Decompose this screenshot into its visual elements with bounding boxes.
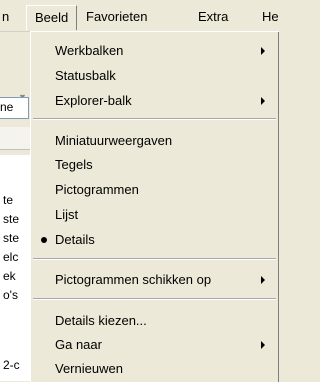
list-item[interactable]: te (3, 193, 13, 207)
menu-separator (33, 298, 276, 300)
menu-item-label: Werkbalken (55, 43, 124, 58)
menu-bar-item-favorieten[interactable]: Favorieten (86, 8, 147, 26)
menu-bar-item-help[interactable]: He (262, 8, 279, 26)
view-menu: Werkbalken Statusbalk Explorer-balk Mini… (30, 31, 279, 382)
menu-item-ga-naar[interactable]: Ga naar (55, 334, 102, 356)
menu-separator (33, 258, 276, 260)
menu-item-label: Tegels (55, 157, 93, 172)
menu-bar-item-beeld[interactable]: Beeld (26, 5, 78, 30)
submenu-arrow-icon (261, 276, 265, 284)
list-item[interactable]: ste (3, 212, 19, 226)
menu-item-vernieuwen[interactable]: Vernieuwen (55, 358, 123, 380)
menu-item-label: Details kiezen... (55, 313, 147, 328)
panel-button[interactable] (0, 127, 30, 150)
address-text: ne (0, 100, 14, 114)
menu-item-pictogrammen[interactable]: Pictogrammen (55, 179, 139, 201)
selected-bullet-icon (41, 237, 47, 243)
menu-item-miniatuurweergaven[interactable]: Miniatuurweergaven (55, 130, 172, 152)
list-item[interactable]: ste (3, 231, 19, 245)
menu-item-lijst[interactable]: Lijst (55, 204, 78, 226)
list-item[interactable]: 2-c (3, 358, 20, 372)
menu-item-statusbalk[interactable]: Statusbalk (55, 65, 116, 87)
submenu-arrow-icon (261, 97, 265, 105)
file-list: te ste ste elc ek o's 2-c (0, 155, 30, 381)
menu-bar: n Beeld Favorieten Extra He (0, 0, 279, 32)
submenu-arrow-icon (261, 341, 265, 349)
list-item[interactable]: elc (3, 250, 18, 264)
submenu-arrow-icon (261, 47, 265, 55)
menu-item-label: Statusbalk (55, 68, 116, 83)
menu-item-label: Lijst (55, 207, 79, 222)
menu-item-label: Miniatuurweergaven (55, 133, 173, 148)
list-item[interactable]: o's (3, 288, 18, 302)
menu-item-label: Pictogrammen schikken op (55, 272, 212, 287)
list-item[interactable]: ek (3, 269, 16, 283)
menu-item-details[interactable]: Details (55, 229, 95, 251)
menu-item-werkbalken[interactable]: Werkbalken (55, 40, 123, 62)
menu-item-label: Vernieuwen (55, 361, 123, 376)
menu-bar-item-extra[interactable]: Extra (198, 8, 228, 26)
menu-item-pictogrammen-schikken-op[interactable]: Pictogrammen schikken op (55, 269, 211, 291)
menu-item-tegels[interactable]: Tegels (55, 154, 93, 176)
menu-item-label: Pictogrammen (55, 182, 139, 197)
menu-item-label: Details (55, 232, 95, 247)
menu-item-details-kiezen[interactable]: Details kiezen... (55, 310, 147, 332)
menu-bar-item-partial[interactable]: n (2, 8, 9, 26)
menu-item-label: Explorer-balk (55, 93, 132, 108)
menu-item-explorer-balk[interactable]: Explorer-balk (55, 90, 132, 112)
menu-separator (33, 118, 276, 120)
menu-item-label: Ga naar (55, 337, 102, 352)
